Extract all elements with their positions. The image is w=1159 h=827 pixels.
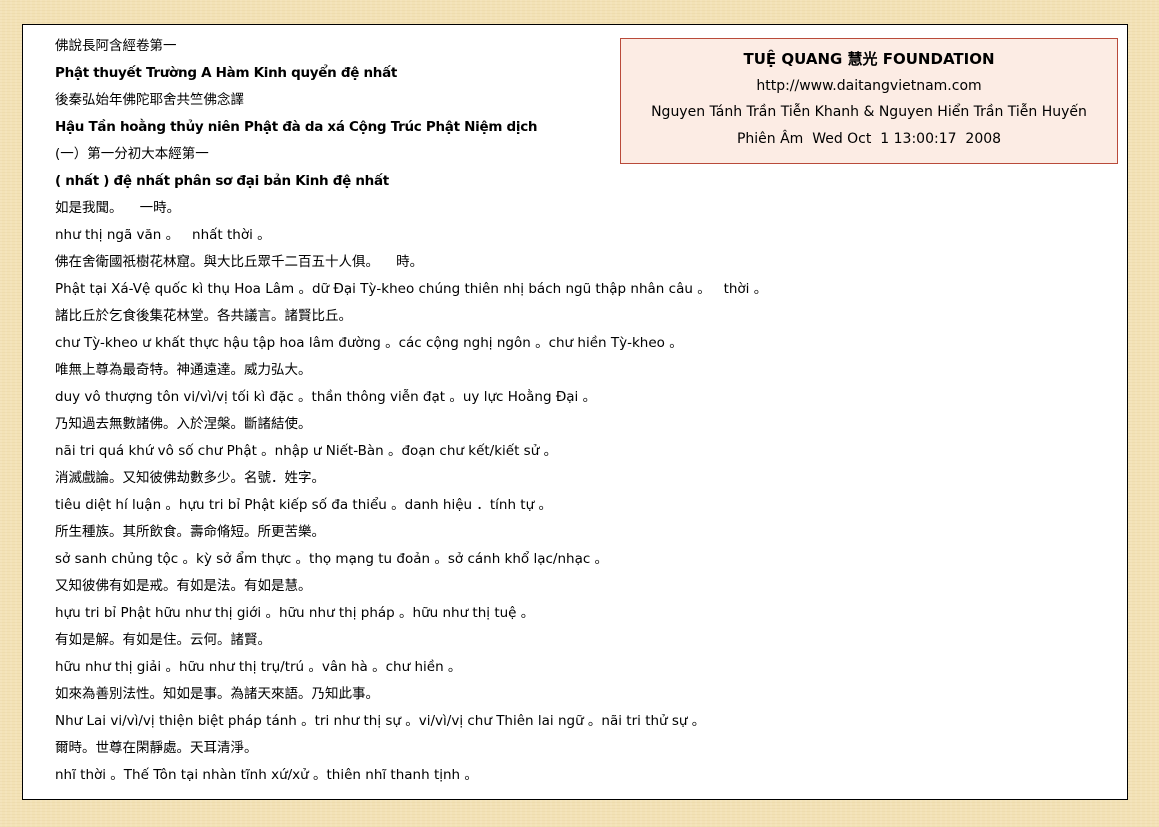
text-line: Phật tại Xá-Vệ quốc kì thụ Hoa Lâm 。dữ Đ… [55, 281, 768, 297]
transcription-timestamp: Phiên Âm Wed Oct 1 13:00:17 2008 [736, 130, 1002, 147]
text-line: 所生種族。其所飲食。壽命脩短。所更苦樂。 [55, 524, 325, 540]
text-line: nãi tri quá khứ vô số chư Phật 。nhập ư N… [55, 443, 558, 459]
text-line: nhĩ thời 。Thế Tôn tại nhàn tĩnh xứ/xử 。t… [55, 767, 478, 783]
text-line: 諸比丘於乞食後集花林堂。各共議言。諸賢比丘。 [55, 308, 352, 324]
text-line: 又知彼佛有如是戒。有如是法。有如是慧。 [55, 578, 312, 594]
text-line: hựu tri bỉ Phật hữu như thị giới 。hữu nh… [55, 605, 535, 621]
text-line: tiêu diệt hí luận 。hựu tri bỉ Phật kiếp … [55, 497, 552, 513]
text-line: hữu như thị giải 。hữu như thị trụ/trú 。v… [55, 659, 462, 675]
translator-credits: Nguyen Tánh Trần Tiễn Khanh & Nguyen Hiể… [651, 104, 1087, 120]
text-line: 佛在舍衛國祇樹花林窟。與大比丘眾千二百五十人俱。 時。 [55, 254, 424, 270]
text-line: 如來為善別法性。知如是事。為諸天來語。乃知此事。 [55, 686, 379, 702]
text-line: chư Tỳ-kheo ư khất thực hậu tập hoa lâm … [55, 335, 683, 351]
text-line: 如是我聞。 一時。 [55, 200, 181, 216]
text-line: sở sanh chủng tộc 。kỳ sở ẩm thực 。thọ mạ… [55, 551, 609, 567]
foundation-url[interactable]: http://www.daitangvietnam.com [621, 73, 1117, 100]
document-page: 佛說長阿含經卷第一 Phật thuyết Trường A Hàm Kinh q… [22, 24, 1128, 800]
text-line: ( nhất ) đệ nhất phân sơ đại bản Kinh đệ… [55, 173, 389, 189]
text-line: 乃知過去無數諸佛。入於涅槃。斷諸結使。 [55, 416, 312, 432]
text-line: Như Lai vi/vì/vị thiện biệt pháp tánh 。t… [55, 713, 706, 729]
text-line: duy vô thượng tôn vi/vì/vị tối kì đặc 。t… [55, 389, 597, 405]
text-line: 爾時。世尊在閑靜處。天耳清淨。 [55, 740, 258, 756]
foundation-info-box: TUỆ QUANG 慧光 FOUNDATION http://www.daita… [620, 38, 1118, 164]
foundation-title: TUỆ QUANG 慧光 FOUNDATION [743, 50, 995, 68]
text-line: như thị ngã văn 。 nhất thời 。 [55, 227, 271, 243]
text-line: 有如是解。有如是住。云何。諸賢。 [55, 632, 271, 648]
text-line: 消滅戲論。又知彼佛劫數多少。名號．姓字。 [55, 470, 325, 486]
text-line: 唯無上尊為最奇特。神通遠達。威力弘大。 [55, 362, 312, 378]
